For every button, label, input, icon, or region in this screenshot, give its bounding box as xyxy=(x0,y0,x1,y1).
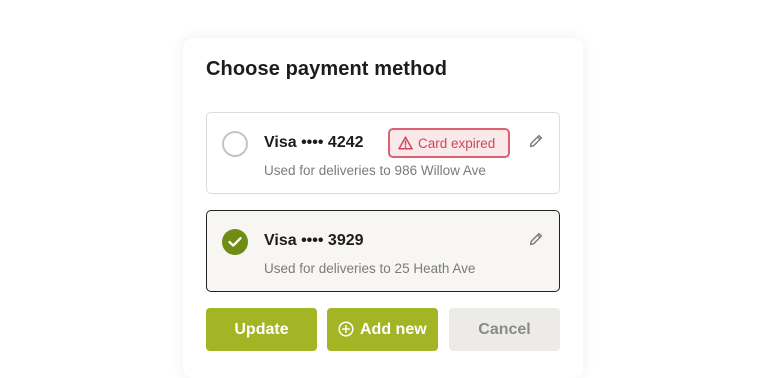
update-button[interactable]: Update xyxy=(206,308,317,351)
card-description: Used for deliveries to 986 Willow Ave xyxy=(264,163,486,178)
plus-circle-icon xyxy=(338,321,354,337)
radio-selected[interactable] xyxy=(222,229,248,255)
check-icon xyxy=(228,237,242,247)
payment-option-visa-4242[interactable]: Visa •••• 4242 Card expired Used for del… xyxy=(206,112,560,194)
add-new-button[interactable]: Add new xyxy=(327,308,438,351)
pencil-icon[interactable] xyxy=(528,231,544,247)
payment-option-visa-3929[interactable]: Visa •••• 3929 Used for deliveries to 25… xyxy=(206,210,560,292)
card-name: Visa •••• 4242 xyxy=(264,134,364,151)
card-expired-badge: Card expired xyxy=(388,128,510,158)
card-name: Visa •••• 3929 xyxy=(264,232,364,249)
dialog-title: Choose payment method xyxy=(206,58,448,80)
warning-triangle-icon xyxy=(398,136,413,150)
pencil-icon[interactable] xyxy=(528,133,544,149)
cancel-button[interactable]: Cancel xyxy=(449,308,560,351)
radio-unselected[interactable] xyxy=(222,131,248,157)
add-new-label: Add new xyxy=(360,321,427,338)
badge-label: Card expired xyxy=(418,136,496,151)
card-description: Used for deliveries to 25 Heath Ave xyxy=(264,261,476,276)
